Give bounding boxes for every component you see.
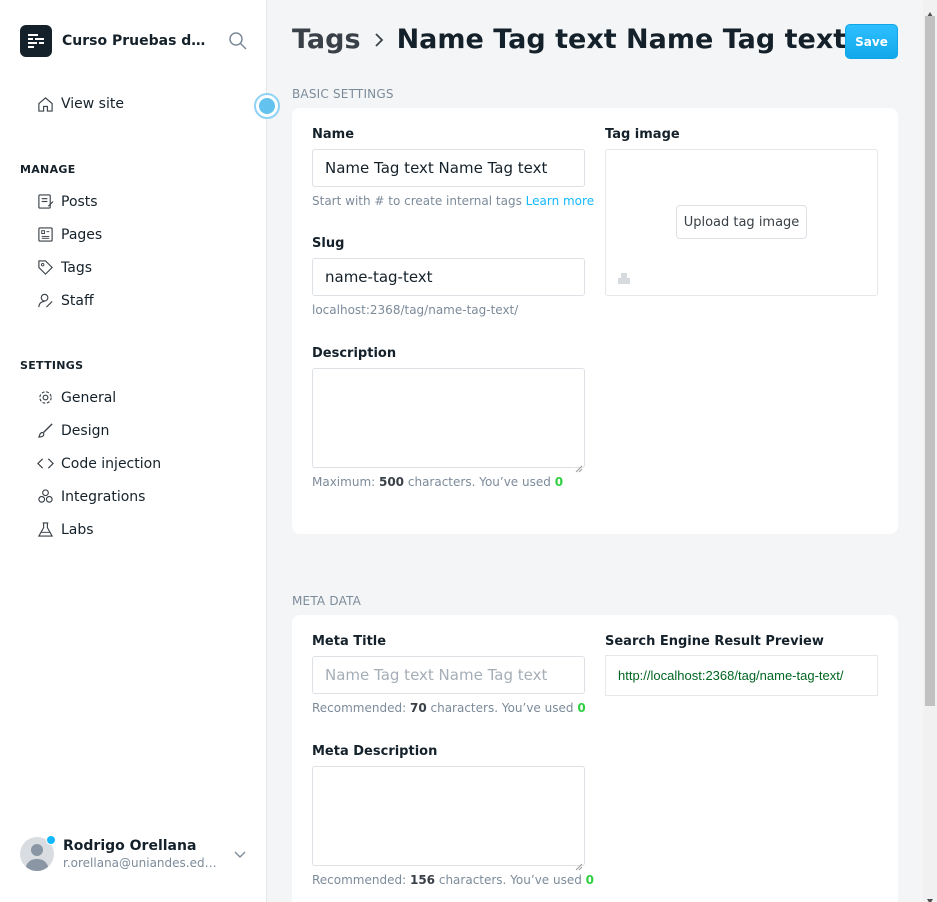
user-name: Rodrigo Orellana: [63, 838, 197, 854]
home-icon: [36, 95, 54, 113]
sidebar-item-label: Labs: [61, 521, 94, 538]
slug-url: localhost:2368/tag/name-tag-text/: [312, 303, 519, 317]
meta-description-help: Recommended: 156 characters. You’ve used…: [312, 873, 594, 887]
flask-icon: [36, 521, 54, 539]
sidebar-item-label: General: [61, 389, 117, 406]
brush-icon: [36, 422, 54, 440]
char-count: 0: [585, 873, 595, 887]
scroll-up-arrow-icon[interactable]: [926, 4, 934, 17]
meta-description-textarea[interactable]: [312, 766, 585, 871]
scroll-down-arrow-icon[interactable]: [926, 890, 934, 902]
meta-data-heading: META DATA: [292, 594, 362, 608]
save-button[interactable]: Save: [845, 24, 898, 59]
serp-preview-url: http://localhost:2368/tag/name-tag-text/: [605, 655, 878, 696]
name-help-text: Start with # to create internal tags: [312, 194, 526, 208]
user-info: Rodrigo Orellana r.orellana@uniandes.edu…: [63, 837, 223, 871]
help-text: characters. You’ve used: [404, 475, 555, 489]
meta-title-label: Meta Title: [312, 634, 387, 649]
tag-image-dropzone[interactable]: Upload tag image: [605, 149, 878, 296]
sidebar-item-label: Tags: [61, 259, 92, 276]
description-help: Maximum: 500 characters. You’ve used 0: [312, 475, 563, 489]
sidebar-item-code-injection[interactable]: Code injection: [36, 447, 161, 480]
description-textarea[interactable]: [312, 368, 585, 473]
notification-dot: [46, 835, 56, 845]
sidebar-item-integrations[interactable]: Integrations: [36, 480, 161, 513]
sidebar: Curso Pruebas de Software View site MANA…: [0, 0, 280, 902]
help-text: Recommended:: [312, 701, 410, 715]
breadcrumb-tags-link[interactable]: Tags: [292, 24, 361, 55]
posts-icon: [36, 193, 54, 211]
meta-data-card: Meta Title Name Tag text Name Tag text R…: [292, 615, 898, 902]
sidebar-item-pages[interactable]: Pages: [36, 218, 102, 251]
description-label: Description: [312, 346, 397, 361]
char-limit: 500: [378, 475, 405, 489]
manage-nav: Posts Pages Tags Staff: [36, 185, 102, 317]
search-icon[interactable]: [228, 31, 248, 51]
learn-more-link[interactable]: Learn more: [526, 194, 594, 208]
sidebar-item-label: Code injection: [61, 455, 162, 472]
gear-icon: [36, 389, 54, 407]
name-help: Start with # to create internal tags Lea…: [312, 194, 594, 208]
name-label: Name: [312, 127, 355, 142]
meta-title-help: Recommended: 70 characters. You’ve used …: [312, 701, 586, 715]
meta-description-label: Meta Description: [312, 744, 438, 759]
user-email: r.orellana@uniandes.edu.co: [63, 856, 223, 870]
upload-tag-image-button[interactable]: Upload tag image: [676, 205, 807, 239]
help-text: Recommended:: [312, 873, 410, 887]
settings-heading: SETTINGS: [20, 359, 84, 372]
tag-image-label: Tag image: [605, 127, 680, 142]
help-text: characters. You’ve used: [435, 873, 586, 887]
integrations-icon: [36, 488, 54, 506]
recommended-count: 156: [409, 873, 436, 887]
recommended-count: 70: [409, 701, 427, 715]
scrollbar[interactable]: [923, 0, 937, 902]
user-menu[interactable]: Rodrigo Orellana r.orellana@uniandes.edu…: [20, 834, 255, 874]
sidebar-item-labs[interactable]: Labs: [36, 513, 161, 546]
settings-nav: General Design Code injection Integratio…: [36, 381, 161, 546]
manage-heading: MANAGE: [20, 163, 76, 176]
tag-icon: [36, 259, 54, 277]
pages-icon: [36, 226, 54, 244]
site-logo-icon: [20, 25, 52, 57]
meta-title-input[interactable]: Name Tag text Name Tag text: [312, 656, 585, 694]
resize-handle-icon[interactable]: [575, 458, 583, 473]
sidebar-item-label: Posts: [61, 193, 98, 210]
sidebar-item-staff[interactable]: Staff: [36, 284, 102, 317]
sidebar-item-label: Integrations: [61, 488, 146, 505]
help-text: Maximum:: [312, 475, 379, 489]
help-text: characters. You’ve used: [426, 701, 578, 715]
sidebar-item-tags[interactable]: Tags: [36, 251, 102, 284]
sidebar-item-label: Pages: [61, 226, 103, 243]
view-site-link[interactable]: View site: [36, 95, 124, 113]
code-icon: [36, 455, 54, 473]
site-name: Curso Pruebas de Software: [62, 33, 212, 49]
chevron-down-icon[interactable]: [233, 846, 247, 860]
char-count: 0: [554, 475, 564, 489]
slug-label: Slug: [312, 236, 345, 251]
sidebar-item-posts[interactable]: Posts: [36, 185, 102, 218]
image-icon: [617, 270, 631, 284]
slug-input[interactable]: name-tag-text: [312, 258, 585, 296]
basic-settings-heading: BASIC SETTINGS: [292, 87, 394, 101]
serp-preview-label: Search Engine Result Preview: [605, 634, 824, 649]
sidebar-item-design[interactable]: Design: [36, 414, 161, 447]
page-title: Tags Name Tag text Name Tag text: [292, 24, 846, 55]
staff-icon: [36, 292, 54, 310]
name-input[interactable]: Name Tag text Name Tag text: [312, 149, 585, 187]
tag-title: Name Tag text Name Tag text: [396, 24, 847, 55]
scrollbar-thumb[interactable]: [925, 16, 935, 706]
sidebar-item-general[interactable]: General: [36, 381, 161, 414]
char-count: 0: [577, 701, 586, 715]
main-content: Tags Name Tag text Name Tag text Save BA…: [268, 0, 923, 902]
brand[interactable]: Curso Pruebas de Software: [20, 25, 212, 57]
view-site-label: View site: [61, 96, 124, 112]
resize-handle-icon[interactable]: [575, 856, 583, 871]
sidebar-item-label: Design: [61, 422, 110, 439]
sidebar-item-label: Staff: [61, 292, 94, 309]
basic-settings-card: Name Name Tag text Name Tag text Start w…: [292, 108, 898, 534]
chevron-right-icon: [371, 32, 387, 48]
